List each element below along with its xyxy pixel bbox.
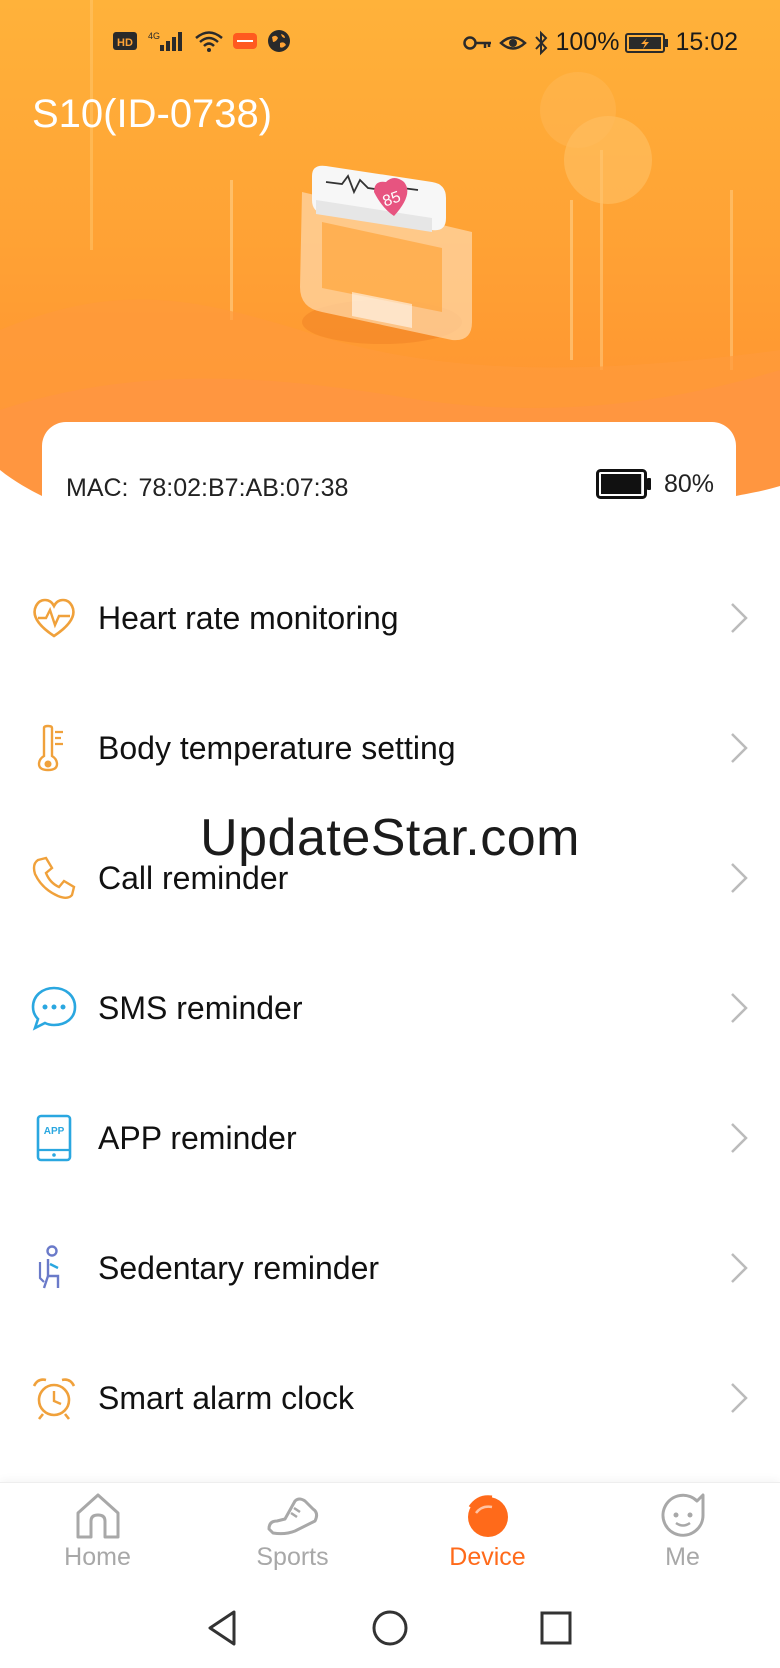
menu-item-app-reminder[interactable]: APP APP reminder — [0, 1074, 780, 1204]
sneaker-icon — [267, 1497, 318, 1536]
app-icon — [233, 33, 257, 49]
mac-value: 78:02:B7:AB:07:38 — [138, 474, 349, 502]
nav-me[interactable]: Me — [585, 1483, 780, 1590]
device-battery-icon — [595, 469, 651, 499]
menu-label: Sedentary reminder — [98, 1250, 380, 1286]
globe-icon — [268, 30, 290, 52]
device-battery: 80% — [595, 468, 714, 500]
nav-label: Device — [449, 1543, 526, 1571]
status-battery-icon — [625, 32, 669, 53]
bluetooth-icon — [535, 30, 548, 55]
app-phone-icon: APP — [36, 1114, 72, 1162]
nav-home[interactable]: Home — [0, 1483, 195, 1590]
device-settings-list: Heart rate monitoring Body temperature s… — [0, 554, 780, 1464]
svg-text:4G: 4G — [148, 31, 160, 41]
chevron-right-icon — [731, 1123, 748, 1153]
nav-device[interactable]: Device — [390, 1483, 585, 1590]
nav-label: Home — [64, 1543, 131, 1571]
mac-address: MAC: 78:02:B7:AB:07:38 — [66, 474, 348, 503]
home-icon — [76, 1493, 119, 1539]
recents-icon[interactable] — [538, 1608, 574, 1648]
menu-item-call-reminder[interactable]: Call reminder — [0, 814, 780, 944]
chevron-right-icon — [731, 1383, 748, 1413]
device-info-card: MAC: 78:02:B7:AB:07:38 80% — [42, 422, 736, 542]
device-title: S10(ID-0738) — [32, 92, 273, 136]
menu-label: APP reminder — [98, 1120, 297, 1156]
back-icon[interactable] — [204, 1608, 240, 1648]
mac-label: MAC: — [66, 474, 129, 502]
smartwatch-illustration: 85 — [300, 165, 472, 344]
chevron-right-icon — [731, 993, 748, 1023]
menu-item-sedentary-reminder[interactable]: Sedentary reminder — [0, 1204, 780, 1334]
chevron-right-icon — [731, 1253, 748, 1283]
system-nav-bar — [0, 1590, 780, 1668]
menu-label: SMS reminder — [98, 990, 303, 1026]
wifi-icon — [195, 31, 223, 52]
chevron-right-icon — [731, 733, 748, 763]
menu-item-smart-alarm[interactable]: Smart alarm clock — [0, 1334, 780, 1464]
menu-label: Smart alarm clock — [98, 1380, 355, 1416]
face-icon — [661, 1493, 705, 1537]
menu-label: Body temperature setting — [98, 730, 456, 766]
menu-label: Call reminder — [98, 860, 289, 896]
menu-item-heart-rate[interactable]: Heart rate monitoring — [0, 554, 780, 684]
sedentary-person-icon — [38, 1245, 60, 1289]
status-bar: HD 4G 100% 15:02 — [0, 22, 780, 70]
home-circle-icon[interactable] — [370, 1608, 410, 1648]
alarm-clock-icon — [32, 1378, 76, 1420]
menu-label: Heart rate monitoring — [98, 600, 399, 636]
4g-signal-icon: 4G — [148, 31, 182, 51]
nav-label: Sports — [256, 1543, 329, 1571]
status-time: 15:02 — [675, 28, 738, 56]
bottom-nav: Home Sports Device Me — [0, 1482, 780, 1590]
chat-bubble-icon — [31, 986, 77, 1031]
status-left-icons: HD 4G — [112, 28, 292, 54]
chevron-right-icon — [731, 603, 748, 633]
nav-sports[interactable]: Sports — [195, 1483, 390, 1590]
eye-icon — [499, 35, 528, 50]
status-right-icons: 100% 15:02 — [463, 28, 738, 57]
chevron-right-icon — [731, 863, 748, 893]
svg-text:APP: APP — [44, 1126, 65, 1137]
device-icon — [467, 1495, 508, 1537]
menu-item-sms-reminder[interactable]: SMS reminder — [0, 944, 780, 1074]
hd-icon: HD — [113, 32, 137, 50]
svg-text:HD: HD — [117, 37, 133, 49]
status-battery-percent: 100% — [555, 28, 620, 56]
heart-rate-icon — [33, 598, 75, 638]
phone-icon — [32, 856, 76, 899]
nav-label: Me — [665, 1543, 700, 1571]
menu-item-body-temperature[interactable]: Body temperature setting — [0, 684, 780, 814]
key-icon — [463, 35, 492, 50]
device-battery-percent: 80% — [663, 469, 714, 498]
thermometer-icon — [37, 724, 63, 772]
